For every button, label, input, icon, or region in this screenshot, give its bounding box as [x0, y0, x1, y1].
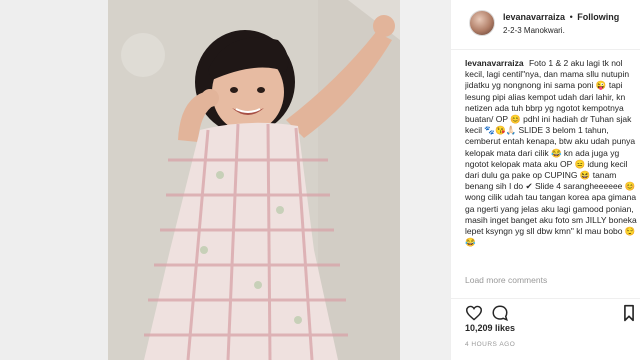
photo-girl-in-dress: [108, 0, 400, 360]
following-button[interactable]: Following: [577, 12, 619, 22]
post-photo[interactable]: [108, 0, 400, 360]
avatar[interactable]: [469, 10, 495, 36]
partial-comment-preview: [465, 290, 637, 298]
load-more-comments-link[interactable]: Load more comments: [465, 275, 547, 285]
right-backdrop: [400, 0, 450, 360]
separator-dot: •: [569, 12, 573, 22]
caption-text: Foto 1 & 2 aku lagi tk nol kecil, lagi c…: [465, 58, 637, 248]
action-bar: [451, 298, 640, 326]
post-header: levanavarraiza • Following 2-2-3 Manokwa…: [451, 0, 640, 50]
post-side-panel: levanavarraiza • Following 2-2-3 Manokwa…: [450, 0, 640, 360]
caption: levanavarraiza Foto 1 & 2 aku lagi tk no…: [465, 58, 637, 268]
location-link[interactable]: 2-2-3 Manokwari.: [503, 26, 565, 35]
likes-count[interactable]: 10,209 likes: [465, 323, 515, 333]
caption-username[interactable]: levanavarraiza: [465, 58, 524, 68]
post-timestamp[interactable]: 4 HOURS AGO: [465, 341, 515, 348]
comment-icon[interactable]: [491, 304, 509, 322]
username-link[interactable]: levanavarraiza: [503, 12, 565, 22]
bookmark-icon[interactable]: [623, 304, 635, 322]
user-line: levanavarraiza • Following: [503, 12, 619, 22]
heart-icon[interactable]: [465, 305, 483, 321]
left-backdrop: [0, 0, 108, 360]
